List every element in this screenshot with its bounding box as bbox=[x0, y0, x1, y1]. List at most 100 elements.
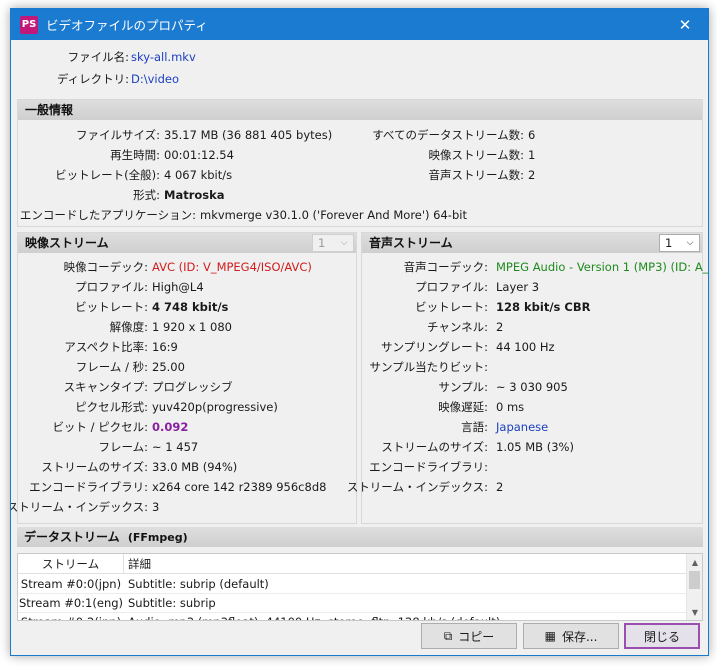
audio-row: ストリーム・インデックス: 2 bbox=[347, 477, 702, 497]
table-cell-detail: Audio: mp3 (mp3float), 44100 Hz, stereo,… bbox=[128, 613, 688, 620]
audio-value: ~ 3 030 905 bbox=[496, 380, 568, 394]
general-info-panel: 一般情報 ファイルサイズ: 35.17 MB (36 881 405 bytes… bbox=[17, 99, 703, 227]
audio-label: ビットレート: bbox=[415, 300, 488, 314]
audio-label: ストリーム・インデックス: bbox=[346, 480, 488, 494]
audio-label: サンプリングレート: bbox=[380, 340, 488, 354]
audio-row: プロファイル: Layer 3 bbox=[362, 277, 702, 297]
audio-row: サンプル: ~ 3 030 905 bbox=[362, 377, 702, 397]
audio-value[interactable]: Japanese bbox=[496, 417, 548, 437]
table-cell-detail: Subtitle: subrip (default) bbox=[128, 577, 269, 591]
video-value: 1 920 x 1 080 bbox=[152, 320, 232, 334]
video-row: フレーム: ~ 1 457 bbox=[18, 437, 356, 457]
audio-label: サンプル当たりビット: bbox=[369, 360, 488, 374]
table-scrollbar[interactable]: ▲ ▼ bbox=[686, 554, 702, 620]
directory-link[interactable]: D:\video bbox=[131, 69, 179, 89]
video-label: フレーム: bbox=[98, 440, 148, 454]
video-value: 25.00 bbox=[152, 360, 185, 374]
video-value: yuv420p(progressive) bbox=[152, 400, 278, 414]
audio-streams-label: 音声ストリーム数: bbox=[428, 168, 524, 182]
video-value: ~ 1 457 bbox=[152, 440, 199, 454]
save-button-label: 保存... bbox=[561, 629, 598, 644]
audio-streams-value: 2 bbox=[528, 168, 536, 182]
audio-stream-panel: 音声ストリーム 1 ⌵ 音声コーデック: MPEG Audio - Version… bbox=[347, 232, 708, 524]
table-cell-stream: Stream #0:0(jpn) bbox=[20, 577, 122, 591]
table-cell-stream: Stream #0:2(jpn) bbox=[18, 613, 124, 620]
audio-label: エンコードライブラリ: bbox=[369, 460, 488, 474]
duration-label: 再生時間: bbox=[110, 148, 160, 162]
audio-value: MPEG Audio - Version 1 (MP3) (ID: A_M bbox=[496, 260, 709, 274]
video-value: 33.0 MB (94%) bbox=[152, 460, 238, 474]
file-name-link[interactable]: sky-all.mkv bbox=[131, 47, 196, 67]
audio-value: 1.05 MB (3%) bbox=[496, 440, 574, 454]
video-value: x264 core 142 r2389 956c8d8 bbox=[152, 480, 327, 494]
video-row: ピクセル形式: yuv420p(progressive) bbox=[18, 397, 356, 417]
format-value: Matroska bbox=[164, 188, 225, 202]
chevron-down-icon: ⌵ bbox=[686, 238, 694, 248]
data-stream-title: データストリーム bbox=[24, 530, 120, 544]
table-row[interactable]: Stream #0:1(eng) Subtitle: subrip bbox=[18, 594, 688, 613]
audio-value: 2 bbox=[496, 320, 504, 334]
format-label: 形式: bbox=[133, 188, 160, 202]
data-stream-table: ストリーム 詳細 Stream #0:0(jpn) Subtitle: subri… bbox=[17, 553, 703, 621]
window-title: ビデオファイルのプロパティ bbox=[46, 18, 208, 33]
audio-stream-header: 音声ストリーム bbox=[362, 233, 702, 253]
video-row: フレーム / 秒: 25.00 bbox=[18, 357, 356, 377]
column-header-detail[interactable]: 詳細 bbox=[124, 554, 688, 574]
properties-dialog: PS ビデオファイルのプロパティ ✕ ファイル名: sky-all.mkv ディ… bbox=[10, 8, 709, 656]
table-row[interactable]: Stream #0:2(jpn) Audio: mp3 (mp3float), 4… bbox=[18, 613, 688, 620]
video-label: アスペクト比率: bbox=[64, 340, 148, 354]
audio-stream-selector[interactable]: 1 ⌵ bbox=[659, 234, 700, 252]
video-label: 解像度: bbox=[109, 320, 148, 334]
audio-row: 音声コーデック: MPEG Audio - Version 1 (MP3) (ID… bbox=[362, 257, 708, 277]
audio-row: エンコードライブラリ: bbox=[362, 457, 702, 477]
video-value: 4 748 kbit/s bbox=[152, 300, 229, 314]
audio-row: サンプリングレート: 44 100 Hz bbox=[362, 337, 702, 357]
video-streams-value: 1 bbox=[528, 148, 536, 162]
copy-button-label: コピー bbox=[458, 629, 495, 644]
video-label: ストリームのサイズ: bbox=[41, 460, 148, 474]
audio-row: サンプル当たりビット: bbox=[362, 357, 702, 377]
data-stream-header: データストリーム (FFmpeg) bbox=[17, 527, 703, 547]
video-row: プロファイル: High@L4 bbox=[18, 277, 356, 297]
copy-button[interactable]: ⧉ コピー bbox=[421, 623, 517, 649]
audio-label: ストリームのサイズ: bbox=[381, 440, 488, 454]
close-button[interactable]: 閉じる bbox=[624, 623, 700, 649]
column-header-stream[interactable]: ストリーム bbox=[18, 554, 124, 574]
overall-bitrate-value: 4 067 kbit/s bbox=[164, 168, 233, 182]
app-logo-icon: PS bbox=[20, 15, 38, 34]
table-cell-detail: Subtitle: subrip bbox=[128, 596, 216, 610]
audio-row: チャンネル: 2 bbox=[362, 317, 702, 337]
save-button[interactable]: ▦ 保存... bbox=[523, 623, 619, 649]
audio-row: ストリームのサイズ: 1.05 MB (3%) bbox=[362, 437, 702, 457]
scrollbar-thumb[interactable] bbox=[689, 571, 700, 589]
audio-row: 言語: Japanese bbox=[362, 417, 702, 437]
audio-label: サンプル: bbox=[438, 380, 488, 394]
video-row: 映像コーデック: AVC (ID: V_MPEG4/ISO/AVC) bbox=[18, 257, 356, 277]
table-header: ストリーム 詳細 bbox=[18, 554, 688, 574]
data-stream-subtitle: (FFmpeg) bbox=[127, 531, 188, 544]
close-icon[interactable]: ✕ bbox=[662, 9, 708, 40]
file-name-label: ファイル名: bbox=[67, 50, 129, 64]
video-label: ストリーム・インデックス: bbox=[10, 500, 148, 514]
video-row: エンコードライブラリ: x264 core 142 r2389 956c8d8 bbox=[18, 477, 356, 497]
file-size-label: ファイルサイズ: bbox=[75, 128, 160, 142]
duration-value: 00:01:12.54 bbox=[164, 148, 234, 162]
video-value: AVC (ID: V_MPEG4/ISO/AVC) bbox=[152, 260, 312, 274]
video-row: ストリーム・インデックス: 3 bbox=[11, 497, 356, 517]
video-label: プロファイル: bbox=[75, 280, 148, 294]
scroll-down-icon[interactable]: ▼ bbox=[687, 604, 702, 620]
video-label: ピクセル形式: bbox=[75, 400, 148, 414]
video-row: ビット / ピクセル: 0.092 bbox=[18, 417, 356, 437]
floppy-disk-icon: ▦ bbox=[544, 629, 556, 643]
table-row[interactable]: Stream #0:0(jpn) Subtitle: subrip (defaul… bbox=[18, 575, 688, 594]
audio-value: 2 bbox=[496, 480, 504, 494]
video-streams-label: 映像ストリーム数: bbox=[428, 148, 524, 162]
overall-bitrate-label: ビットレート(全般): bbox=[55, 168, 160, 182]
video-value: 16:9 bbox=[152, 340, 178, 354]
audio-label: 音声コーデック: bbox=[403, 260, 488, 274]
video-stream-selector[interactable]: 1 ⌵ bbox=[312, 234, 354, 252]
encoding-app-value: mkvmerge v30.1.0 ('Forever And More') 64… bbox=[200, 208, 467, 222]
scroll-up-icon[interactable]: ▲ bbox=[687, 554, 702, 570]
general-info-header: 一般情報 bbox=[18, 100, 702, 120]
title-bar[interactable]: PS ビデオファイルのプロパティ ✕ bbox=[11, 9, 708, 40]
